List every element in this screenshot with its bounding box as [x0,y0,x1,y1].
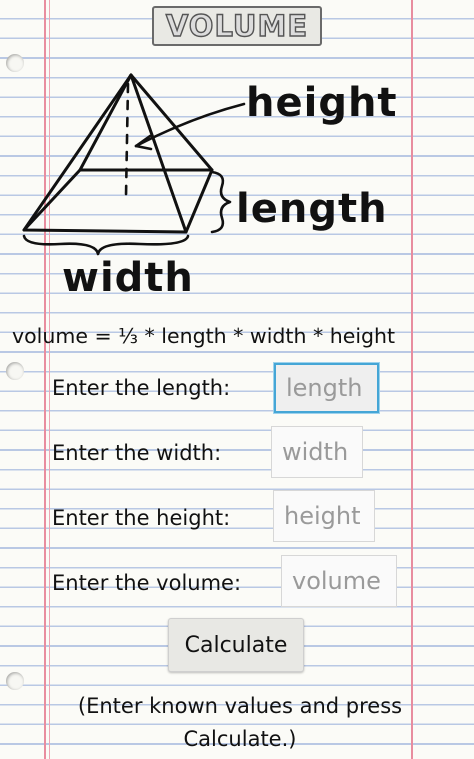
height-row: Enter the height: [0,489,474,542]
length-label: length [236,186,388,232]
width-label: width [62,255,194,301]
width-input[interactable] [271,426,363,478]
binder-hole [6,672,24,690]
height-label: height [246,80,398,126]
page-title: VOLUME [165,8,309,43]
volume-input[interactable] [281,555,397,607]
height-input[interactable] [273,490,375,542]
length-field-label: Enter the length: [52,376,231,400]
volume-field-label: Enter the volume: [52,571,242,595]
width-row: Enter the width: [0,425,474,478]
length-row: Enter the length: [0,362,474,414]
height-field-label: Enter the height: [52,506,231,530]
calculate-button[interactable]: Calculate [168,618,304,672]
width-field-label: Enter the width: [52,441,222,465]
title-box: VOLUME [152,6,322,46]
instructions-hint: (Enter known values and press Calculate.… [77,694,403,751]
length-input[interactable] [274,363,379,413]
volume-formula: volume = ⅓ * length * width * height [12,324,396,348]
volume-row: Enter the volume: [0,554,474,607]
